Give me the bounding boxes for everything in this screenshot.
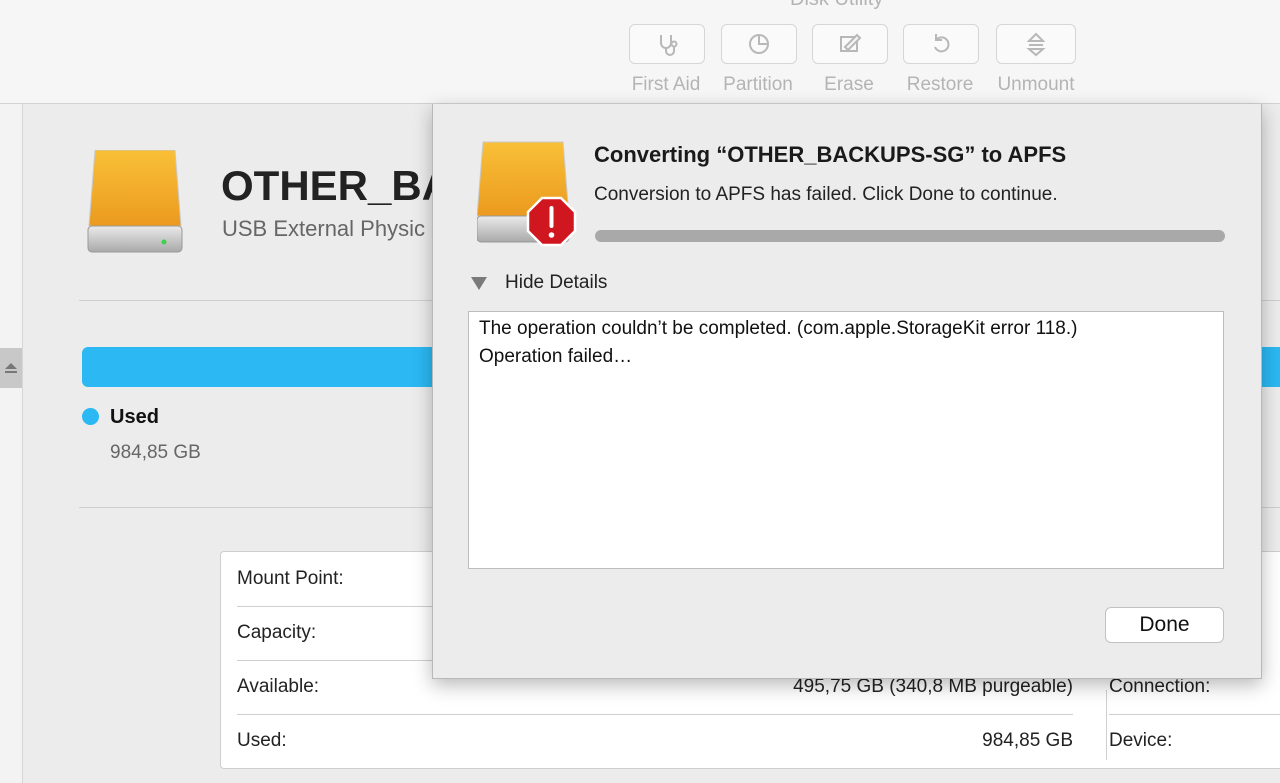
unmount-icon xyxy=(1026,32,1046,57)
conversion-progress-bar xyxy=(595,230,1225,242)
info-key: Capacity: xyxy=(237,622,317,643)
first-aid-label: First Aid xyxy=(631,74,701,95)
erase-button[interactable]: Erase xyxy=(812,24,888,96)
disclosure-triangle-icon xyxy=(471,276,487,290)
hide-details-toggle[interactable]: Hide Details xyxy=(471,272,607,294)
details-toggle-label: Hide Details xyxy=(505,272,608,293)
info-key: Mount Point: xyxy=(237,568,344,589)
error-details-box[interactable]: The operation couldn’t be completed. (co… xyxy=(468,311,1224,569)
sidebar xyxy=(0,104,23,783)
used-legend-dot xyxy=(82,408,99,425)
info-key: Used: xyxy=(237,730,287,751)
unmount-label: Unmount xyxy=(997,74,1075,95)
pie-chart-icon xyxy=(749,34,769,54)
eject-button[interactable] xyxy=(0,348,22,388)
external-drive-icon xyxy=(87,150,183,253)
toolbar: Disk Utility First Aid Partition Er xyxy=(0,0,1280,104)
dialog-title: Converting “OTHER_BACKUPS-SG” to APFS xyxy=(594,142,1067,167)
info-row-device: Device: xyxy=(1109,714,1280,768)
disk-subtitle: USB External Physic xyxy=(222,216,425,241)
info-key: Device: xyxy=(1109,730,1173,751)
apfs-conversion-dialog: Converting “OTHER_BACKUPS-SG” to APFS Co… xyxy=(432,104,1262,679)
info-value: 984,85 GB xyxy=(982,730,1073,751)
progress-fill xyxy=(596,231,1224,241)
partition-label: Partition xyxy=(723,74,793,95)
erase-label: Erase xyxy=(824,74,874,95)
first-aid-button[interactable]: First Aid xyxy=(629,24,705,96)
erase-icon xyxy=(840,33,862,52)
done-button[interactable]: Done xyxy=(1105,607,1224,643)
details-line: The operation couldn’t be completed. (co… xyxy=(479,318,1078,339)
used-legend-value: 984,85 GB xyxy=(110,442,201,463)
stethoscope-icon xyxy=(660,35,678,56)
info-value: 495,75 GB (340,8 MB purgeable) xyxy=(793,676,1073,697)
info-key: Available: xyxy=(237,676,320,697)
used-legend-label: Used xyxy=(110,406,159,428)
column-divider xyxy=(1106,690,1107,760)
window-title: Disk Utility xyxy=(790,0,883,11)
info-key: Connection: xyxy=(1109,676,1211,697)
restore-label: Restore xyxy=(906,74,974,95)
dialog-message: Conversion to APFS has failed. Click Don… xyxy=(594,184,1058,205)
eject-icon xyxy=(5,363,17,373)
external-drive-alert-icon xyxy=(477,141,577,247)
restore-button[interactable]: Restore xyxy=(903,24,979,96)
restore-icon xyxy=(934,34,950,53)
unmount-button[interactable]: Unmount xyxy=(996,24,1076,96)
disk-name: OTHER_BA xyxy=(221,162,453,209)
partition-button[interactable]: Partition xyxy=(721,24,797,96)
details-line: Operation failed… xyxy=(479,346,633,367)
info-row-used: Used: 984,85 GB xyxy=(237,714,1073,768)
